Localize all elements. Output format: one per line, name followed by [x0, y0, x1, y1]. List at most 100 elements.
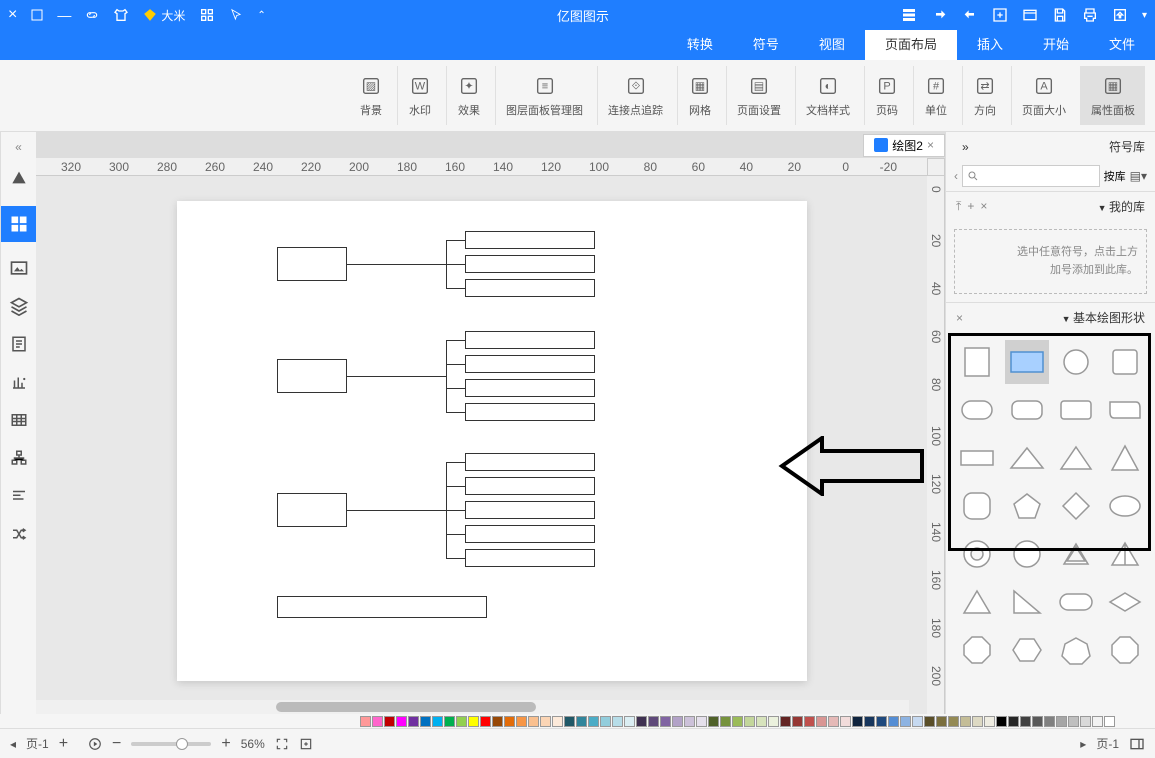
shape-rtri[interactable] — [1005, 580, 1049, 624]
diagram-box[interactable] — [465, 331, 595, 349]
color-swatch[interactable] — [636, 716, 647, 727]
layers-icon[interactable] — [7, 294, 31, 318]
note-icon[interactable] — [7, 332, 31, 356]
minimize-button[interactable]: — — [57, 7, 71, 23]
layout-icon[interactable] — [1, 206, 37, 242]
canvas[interactable] — [36, 176, 927, 714]
ribbon-button[interactable]: ✦效果 — [446, 66, 491, 125]
color-swatch[interactable] — [624, 716, 635, 727]
chart-icon[interactable] — [7, 370, 31, 394]
color-swatch[interactable] — [468, 716, 479, 727]
scrollbar-horizontal[interactable] — [36, 700, 909, 714]
shape-circle[interactable] — [1054, 340, 1098, 384]
save-icon[interactable] — [1052, 7, 1068, 23]
close-tab-icon[interactable]: × — [927, 138, 934, 152]
color-swatch[interactable] — [984, 716, 995, 727]
collapse-icon[interactable]: » — [956, 140, 975, 154]
shape-donut[interactable] — [955, 532, 999, 576]
color-swatch[interactable] — [480, 716, 491, 727]
color-swatch[interactable] — [516, 716, 527, 727]
color-swatch[interactable] — [660, 716, 671, 727]
search-filter[interactable]: 按库 — [1104, 168, 1126, 184]
color-swatch[interactable] — [384, 716, 395, 727]
plus-box-icon[interactable] — [992, 7, 1008, 23]
ribbon-button[interactable]: ▦网格 — [677, 66, 722, 125]
ribbon-button[interactable]: W水印 — [397, 66, 442, 125]
add-lib-icon[interactable]: + — [967, 199, 974, 214]
color-swatch[interactable] — [708, 716, 719, 727]
color-swatch[interactable] — [420, 716, 431, 727]
redo-icon[interactable] — [932, 7, 948, 23]
library-menu-icon[interactable]: ▤▾ — [1130, 169, 1147, 183]
shape-diamond2[interactable] — [1103, 580, 1147, 624]
color-swatch[interactable] — [732, 716, 743, 727]
color-swatch[interactable] — [888, 716, 899, 727]
menu-tab[interactable]: 页面布局 — [865, 30, 957, 60]
color-swatch[interactable] — [588, 716, 599, 727]
ribbon-button[interactable]: ◐文档样式 — [795, 66, 860, 125]
color-swatch[interactable] — [1044, 716, 1055, 727]
shape-oct1[interactable] — [1103, 628, 1147, 672]
shape-tri4[interactable] — [955, 580, 999, 624]
color-swatch[interactable] — [408, 716, 419, 727]
export-lib-icon[interactable]: ⤒ — [956, 199, 961, 214]
shape-diamond[interactable] — [1054, 484, 1098, 528]
shape-octagon-r[interactable] — [955, 484, 999, 528]
shape-ring[interactable] — [1005, 532, 1049, 576]
diagram-target[interactable] — [277, 247, 347, 281]
menu-tab[interactable]: 开始 — [1023, 30, 1089, 60]
color-swatch[interactable] — [504, 716, 515, 727]
shape-roundrect[interactable] — [1054, 388, 1098, 432]
ribbon-button[interactable]: ≡图层面板管理图 — [495, 66, 593, 125]
table-icon[interactable] — [7, 408, 31, 432]
color-swatch[interactable] — [960, 716, 971, 727]
print-icon[interactable] — [1082, 7, 1098, 23]
shape-rect-selected[interactable] — [1005, 340, 1049, 384]
color-swatch[interactable] — [1056, 716, 1067, 727]
chevron-up-icon[interactable]: ⌃ — [257, 10, 265, 21]
shape-roundrect2[interactable] — [1005, 388, 1049, 432]
link-icon[interactable] — [85, 8, 99, 22]
image-icon[interactable] — [7, 256, 31, 280]
shape-rect-tall[interactable] — [955, 340, 999, 384]
align-icon[interactable] — [7, 484, 31, 508]
shirt-icon[interactable] — [113, 7, 129, 23]
cursor-icon[interactable] — [229, 8, 243, 22]
color-swatch[interactable] — [924, 716, 935, 727]
color-swatch[interactable] — [684, 716, 695, 727]
close-section-icon[interactable]: × — [956, 311, 963, 325]
shape-tri-caret[interactable] — [1054, 532, 1098, 576]
ribbon-button[interactable]: P页码 — [864, 66, 909, 125]
shape-hept[interactable] — [1054, 628, 1098, 672]
color-swatch[interactable] — [540, 716, 551, 727]
color-swatch[interactable] — [768, 716, 779, 727]
shuffle-icon[interactable] — [7, 522, 31, 546]
color-swatch[interactable] — [1104, 716, 1115, 727]
color-swatch[interactable] — [456, 716, 467, 727]
menu-tab[interactable]: 文件 — [1089, 30, 1155, 60]
shape-pill[interactable] — [1054, 580, 1098, 624]
user-badge[interactable]: 大米 — [143, 7, 185, 24]
color-swatch[interactable] — [996, 716, 1007, 727]
color-swatch[interactable] — [672, 716, 683, 727]
color-swatch[interactable] — [744, 716, 755, 727]
color-swatch[interactable] — [912, 716, 923, 727]
shape-tri1[interactable] — [1103, 436, 1147, 480]
color-swatch[interactable] — [792, 716, 803, 727]
ribbon-button[interactable]: ▤页面设置 — [726, 66, 791, 125]
color-swatch[interactable] — [696, 716, 707, 727]
diagram-bottom-box[interactable] — [277, 596, 487, 618]
color-swatch[interactable] — [864, 716, 875, 727]
theme-icon[interactable] — [7, 168, 31, 192]
diagram-box[interactable] — [465, 549, 595, 567]
color-swatch[interactable] — [804, 716, 815, 727]
color-swatch[interactable] — [972, 716, 983, 727]
color-swatch[interactable] — [552, 716, 563, 727]
shape-square[interactable] — [1103, 340, 1147, 384]
color-swatch[interactable] — [780, 716, 791, 727]
diagram-box[interactable] — [465, 477, 595, 495]
menu-tab[interactable]: 转换 — [667, 30, 733, 60]
shape-tri3[interactable] — [1005, 436, 1049, 480]
close-button[interactable]: × — [8, 6, 17, 24]
color-swatch[interactable] — [1032, 716, 1043, 727]
